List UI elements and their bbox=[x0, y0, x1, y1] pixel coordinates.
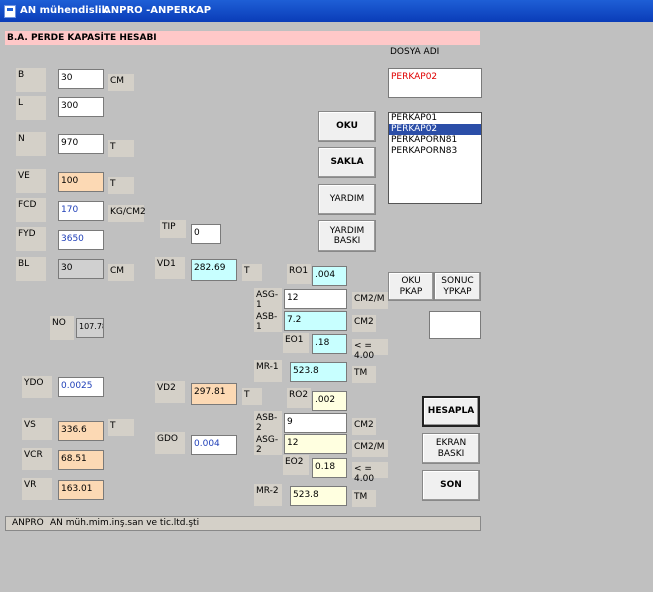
eo1-label: EO1 bbox=[283, 333, 309, 353]
ro1-label: RO1 bbox=[287, 264, 311, 284]
n-unit: T bbox=[108, 140, 134, 157]
sonuc-ypkap-line2: YPKAP bbox=[443, 286, 472, 297]
yardim-baski-line1: YARDIM bbox=[329, 225, 365, 236]
asb2-label: ASB-2 bbox=[254, 411, 282, 433]
list-item[interactable]: PERKAPORN83 bbox=[389, 146, 481, 157]
n-field[interactable]: 970 bbox=[58, 134, 104, 154]
sonuc-ypkap-button[interactable]: SONUC YPKAP bbox=[434, 272, 481, 301]
status-left: ANPRO bbox=[12, 518, 44, 528]
fyd-field[interactable]: 3650 bbox=[58, 230, 104, 250]
mr2-field[interactable]: 523.8 bbox=[290, 486, 347, 506]
form-header: B.A. PERDE KAPASİTE HESABI bbox=[5, 31, 480, 45]
vr-field[interactable]: 163.01 bbox=[58, 480, 104, 500]
no-label: NO bbox=[50, 316, 74, 340]
ro2-label: RO2 bbox=[287, 388, 311, 408]
asb1-label: ASB-1 bbox=[254, 310, 282, 332]
ro2-field[interactable]: .002 bbox=[312, 391, 347, 411]
b-unit: CM bbox=[108, 74, 134, 91]
file-name-label: DOSYA ADI bbox=[390, 47, 440, 57]
list-item[interactable]: PERKAP01 bbox=[389, 113, 481, 124]
list-item-selected[interactable]: PERKAP02 bbox=[389, 124, 481, 135]
oku-pkap-line2: PKAP bbox=[399, 286, 423, 297]
vd2-label: VD2 bbox=[155, 381, 185, 403]
fcd-unit: KG/CM2 bbox=[108, 205, 146, 222]
list-item[interactable]: PERKAPORN81 bbox=[389, 135, 481, 146]
ekran-baski-button[interactable]: EKRAN BASKI bbox=[422, 433, 480, 464]
asb1-field[interactable]: 7.2 bbox=[284, 311, 347, 331]
eo2-label: EO2 bbox=[283, 455, 309, 475]
sakla-button[interactable]: SAKLA bbox=[318, 147, 376, 178]
ve-label: VE bbox=[16, 169, 46, 193]
vd2-unit: T bbox=[242, 388, 262, 405]
eo2-field[interactable]: 0.18 bbox=[312, 458, 347, 478]
asb1-unit: CM2 bbox=[352, 315, 376, 332]
vd1-field[interactable]: 282.69 bbox=[191, 259, 237, 281]
vs-label: VS bbox=[22, 418, 52, 440]
mr2-unit: TM bbox=[352, 490, 376, 507]
hesapla-button[interactable]: HESAPLA bbox=[422, 396, 480, 427]
oku-pkap-line1: OKU bbox=[401, 276, 421, 287]
bl-label: BL bbox=[16, 257, 46, 281]
son-button[interactable]: SON bbox=[422, 470, 480, 501]
asg1-field[interactable]: 12 bbox=[284, 289, 347, 309]
vd1-unit: T bbox=[242, 264, 262, 281]
bl-unit: CM bbox=[108, 264, 134, 281]
fcd-field[interactable]: 170 bbox=[58, 201, 104, 221]
mr1-label: MR-1 bbox=[254, 360, 282, 382]
asg2-label: ASG-2 bbox=[254, 433, 282, 455]
vcr-field[interactable]: 68.51 bbox=[58, 450, 104, 470]
bl-field[interactable]: 30 bbox=[58, 259, 104, 279]
fyd-label: FYD bbox=[16, 227, 46, 251]
eo2-limit: < = 4.00 bbox=[352, 462, 388, 484]
eo1-limit: < = 4.00 bbox=[352, 339, 388, 361]
sonuc-ypkap-line1: SONUC bbox=[441, 276, 474, 287]
fcd-label: FCD bbox=[16, 198, 46, 222]
b-field[interactable]: 30 bbox=[58, 69, 104, 89]
ve-unit: T bbox=[108, 177, 134, 194]
ve-field[interactable]: 100 bbox=[58, 172, 104, 192]
mr1-field[interactable]: 523.8 bbox=[290, 362, 347, 382]
app-name: AN mühendislik bbox=[20, 5, 109, 16]
l-field[interactable]: 300 bbox=[58, 97, 104, 117]
asg2-field[interactable]: 12 bbox=[284, 434, 347, 454]
mr2-label: MR-2 bbox=[254, 484, 282, 506]
vr-label: VR bbox=[22, 478, 52, 500]
ro1-field[interactable]: .004 bbox=[312, 266, 347, 286]
b-label: B bbox=[16, 68, 46, 92]
oku-button[interactable]: OKU bbox=[318, 111, 376, 142]
asb2-field[interactable]: 9 bbox=[284, 413, 347, 433]
asb2-unit: CM2 bbox=[352, 418, 376, 435]
n-label: N bbox=[16, 132, 46, 156]
vd1-label: VD1 bbox=[155, 257, 185, 279]
file-name-field[interactable]: PERKAP02 bbox=[388, 68, 482, 98]
gdo-field[interactable]: 0.004 bbox=[191, 435, 237, 455]
oku-pkap-button[interactable]: OKU PKAP bbox=[388, 272, 434, 301]
yardim-button[interactable]: YARDIM bbox=[318, 184, 376, 215]
vs-unit: T bbox=[108, 419, 134, 436]
l-label: L bbox=[16, 96, 46, 120]
status-right: AN müh.mim.inş.san ve tic.ltd.şti bbox=[50, 518, 200, 528]
asg2-unit: CM2/M bbox=[352, 440, 388, 457]
yardim-baski-line2: BASKI bbox=[333, 236, 361, 246]
vcr-label: VCR bbox=[22, 448, 52, 470]
ydo-field[interactable]: 0.0025 bbox=[58, 377, 104, 397]
tip-field[interactable]: 0 bbox=[191, 224, 221, 244]
no-field[interactable]: 107.78 bbox=[76, 318, 104, 338]
asg1-label: ASG-1 bbox=[254, 288, 282, 310]
file-list[interactable]: PERKAP01 PERKAP02 PERKAPORN81 PERKAPORN8… bbox=[388, 112, 482, 204]
window-title: ANPRO -ANPERKAP bbox=[103, 5, 212, 16]
status-bar: ANPRO AN müh.mim.inş.san ve tic.ltd.şti bbox=[5, 516, 481, 531]
vd2-field[interactable]: 297.81 bbox=[191, 383, 237, 405]
asg1-unit: CM2/M bbox=[352, 292, 388, 309]
ydo-label: YDO bbox=[22, 376, 52, 398]
title-bar: AN mühendislik ANPRO -ANPERKAP bbox=[0, 0, 653, 22]
tip-label: TIP bbox=[160, 220, 186, 238]
result-field[interactable] bbox=[429, 311, 481, 339]
vs-field[interactable]: 336.6 bbox=[58, 421, 104, 441]
app-icon bbox=[4, 5, 16, 18]
gdo-label: GDO bbox=[155, 432, 185, 454]
mr1-unit: TM bbox=[352, 366, 376, 383]
eo1-field[interactable]: .18 bbox=[312, 334, 347, 354]
yardim-baski-button[interactable]: YARDIM BASKI bbox=[318, 220, 376, 252]
